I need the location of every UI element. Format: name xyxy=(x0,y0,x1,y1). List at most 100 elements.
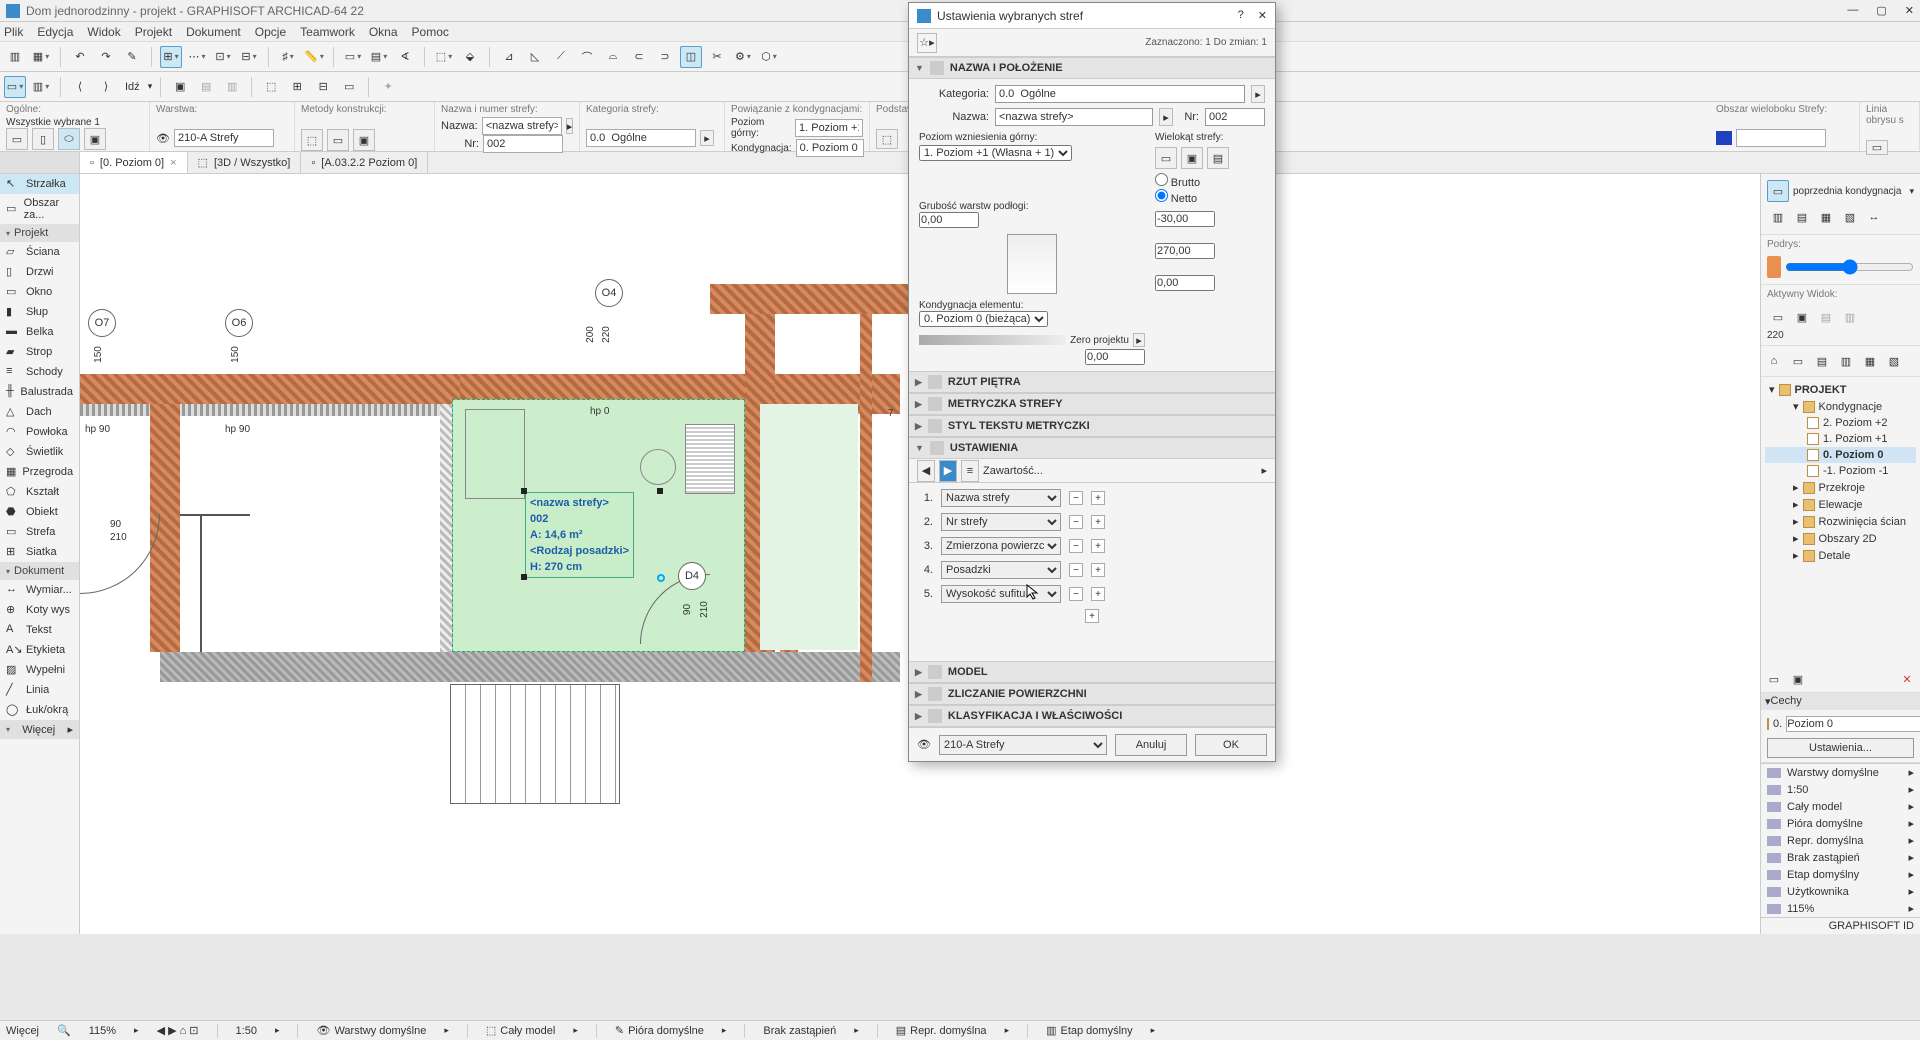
content-list-icon[interactable]: ≡ xyxy=(961,460,979,482)
menu-opcje[interactable]: Opcje xyxy=(255,25,286,39)
plus-icon[interactable]: + xyxy=(1091,587,1105,601)
sel-handle[interactable] xyxy=(521,488,527,494)
sb-override[interactable]: Brak zastąpień xyxy=(763,1025,836,1037)
qo-pens[interactable]: Pióra domyślne▸ xyxy=(1761,815,1920,832)
tool-undo-icon[interactable]: ↶ xyxy=(69,46,91,68)
tool-view-icon[interactable]: ▭ xyxy=(342,46,364,68)
sb-layers[interactable]: 👁 Warstwy domyślne xyxy=(316,1024,426,1037)
tool-m11-icon[interactable]: ⬡ xyxy=(758,46,780,68)
section-settings[interactable]: ▼USTAWIENIA xyxy=(909,437,1275,459)
props-settings-button[interactable]: Ustawienia... xyxy=(1767,738,1914,758)
tree-przekroje[interactable]: ▸Przekroje xyxy=(1765,479,1916,496)
close-icon[interactable]: ✕ xyxy=(1905,4,1914,17)
av2-icon[interactable]: ▣ xyxy=(1791,306,1813,328)
tb2-f3-icon[interactable]: ⊟ xyxy=(312,76,334,98)
tool-a-icon[interactable]: ∢ xyxy=(394,46,416,68)
poly-mode3-icon[interactable]: ▤ xyxy=(1207,147,1229,169)
tool-stair[interactable]: ≡Schody xyxy=(0,362,79,382)
tab-close-icon[interactable]: × xyxy=(170,157,176,169)
qo-user[interactable]: Użytkownika▸ xyxy=(1761,883,1920,900)
dlg-h2-input[interactable] xyxy=(1155,243,1215,259)
poly-input[interactable] xyxy=(1736,129,1826,147)
section-model[interactable]: ▶MODEL xyxy=(909,661,1275,683)
nav-b3-icon[interactable]: ✕ xyxy=(1896,668,1918,690)
setting-4-select[interactable]: Posadzki xyxy=(941,561,1061,579)
tool-wall[interactable]: ▱Ściana xyxy=(0,242,79,262)
tb2-f2-icon[interactable]: ⊞ xyxy=(286,76,308,98)
minimize-icon[interactable]: — xyxy=(1847,4,1858,17)
tree-kondygnacje[interactable]: ▾Kondygnacje xyxy=(1765,398,1916,415)
nav6-icon[interactable]: ▧ xyxy=(1883,350,1905,372)
tool-zone[interactable]: ▭Strefa xyxy=(0,522,79,542)
menu-pomoc[interactable]: Pomoc xyxy=(412,25,449,39)
nav-b2-icon[interactable]: ▣ xyxy=(1787,668,1809,690)
toolbox-more[interactable]: Więcej▸ xyxy=(0,720,79,739)
tool-arc[interactable]: ◯Łuk/okrą xyxy=(0,700,79,720)
rp-t2-icon[interactable]: ▤ xyxy=(1791,206,1813,228)
tool-beam[interactable]: ▬Belka xyxy=(0,322,79,342)
cancel-button[interactable]: Anuluj xyxy=(1115,734,1187,756)
navigator-tree[interactable]: ▾PROJEKT ▾Kondygnacje 2. Poziom +2 1. Po… xyxy=(1761,377,1920,666)
nav-b1-icon[interactable]: ▭ xyxy=(1763,668,1785,690)
tool-morph[interactable]: ⬠Kształt xyxy=(0,482,79,502)
method3-icon[interactable]: ▣ xyxy=(353,129,375,151)
tool-object[interactable]: ⬣Obiekt xyxy=(0,502,79,522)
dlg-name-more-icon[interactable]: ▸ xyxy=(1159,108,1173,126)
menu-plik[interactable]: Plik xyxy=(4,25,23,39)
ib-btn1-icon[interactable]: ▭ xyxy=(6,128,28,150)
nav2-icon[interactable]: ▭ xyxy=(1787,350,1809,372)
rp-t3-icon[interactable]: ▦ xyxy=(1815,206,1837,228)
av4-icon[interactable]: ▥ xyxy=(1839,306,1861,328)
sb-zoom[interactable]: 115% xyxy=(89,1025,116,1037)
tb2-e2-icon[interactable]: ▤ xyxy=(195,76,217,98)
menu-edycja[interactable]: Edycja xyxy=(37,25,73,39)
tab-a0322[interactable]: ▫ [A.03.2.2 Poziom 0] xyxy=(301,152,428,173)
menu-widok[interactable]: Widok xyxy=(87,25,120,39)
ok-button[interactable]: OK xyxy=(1195,734,1267,756)
sb-repr[interactable]: ▤ Repr. domyślna xyxy=(896,1024,987,1037)
tool-m5-icon[interactable]: ⌓ xyxy=(602,46,624,68)
dlg-name-input[interactable] xyxy=(995,108,1153,126)
menu-dokument[interactable]: Dokument xyxy=(186,25,241,39)
tool-grid-icon[interactable]: ♯ xyxy=(277,46,299,68)
section-metric[interactable]: ▶METRYCZKA STREFY xyxy=(909,393,1275,415)
sb-nav-icons[interactable]: ◀ ▶ ⌂ ⊡ xyxy=(157,1024,199,1037)
tool-m2-icon[interactable]: ◺ xyxy=(524,46,546,68)
plus-icon[interactable]: + xyxy=(1091,515,1105,529)
toolbox-cat-dokument[interactable]: Dokument xyxy=(0,562,79,580)
footer-layer-select[interactable]: 210-A Strefy xyxy=(939,735,1107,755)
setting-2-select[interactable]: Nr strefy xyxy=(941,513,1061,531)
dialog-help-icon[interactable]: ? xyxy=(1238,9,1244,22)
tool-text[interactable]: ATekst xyxy=(0,620,79,640)
section-area[interactable]: ▶ZLICZANIE POWIERZCHNI xyxy=(909,683,1275,705)
tb2-g-icon[interactable]: ✦ xyxy=(377,76,399,98)
menu-projekt[interactable]: Projekt xyxy=(135,25,172,39)
content-next-icon[interactable]: ▶ xyxy=(939,460,957,482)
link-top-input[interactable] xyxy=(795,119,863,137)
tool-3d-icon[interactable]: ⬚ xyxy=(433,46,455,68)
minus-icon[interactable]: − xyxy=(1069,491,1083,505)
dlg-storey-select[interactable]: 0. Poziom 0 (bieżąca) xyxy=(919,311,1048,327)
tool-level[interactable]: ⊕Koty wys xyxy=(0,600,79,620)
tool-dim[interactable]: ↔Wymiar... xyxy=(0,580,79,600)
tab-poziom0[interactable]: ▫ [0. Poziom 0] × xyxy=(80,152,188,173)
dlg-h3-input[interactable] xyxy=(1155,275,1215,291)
maximize-icon[interactable]: ▢ xyxy=(1876,4,1886,17)
zone-name-input[interactable] xyxy=(482,117,562,135)
nav1-icon[interactable]: ⌂ xyxy=(1763,350,1785,372)
plus-icon[interactable]: + xyxy=(1091,563,1105,577)
poly-color-swatch[interactable] xyxy=(1716,131,1732,145)
qo-model[interactable]: Cały model▸ xyxy=(1761,798,1920,815)
trace-swatch[interactable] xyxy=(1767,256,1781,278)
tool-curtain[interactable]: ▦Przegroda xyxy=(0,462,79,482)
dlg-thick-input[interactable] xyxy=(919,212,979,228)
sb-scale[interactable]: 1:50 xyxy=(236,1025,257,1037)
tool-m3-icon[interactable]: ⟋ xyxy=(550,46,572,68)
props-row-input[interactable] xyxy=(1786,716,1920,732)
tool-layer-icon[interactable]: ▤ xyxy=(368,46,390,68)
sb-pens[interactable]: ✎ Pióra domyślne xyxy=(615,1024,704,1037)
tool-line[interactable]: ╱Linia xyxy=(0,680,79,700)
dlg-cat-more-icon[interactable]: ▸ xyxy=(1251,85,1265,103)
qo-stage[interactable]: Etap domyślny▸ xyxy=(1761,866,1920,883)
tool-m8-icon[interactable]: ◫ xyxy=(680,46,702,68)
